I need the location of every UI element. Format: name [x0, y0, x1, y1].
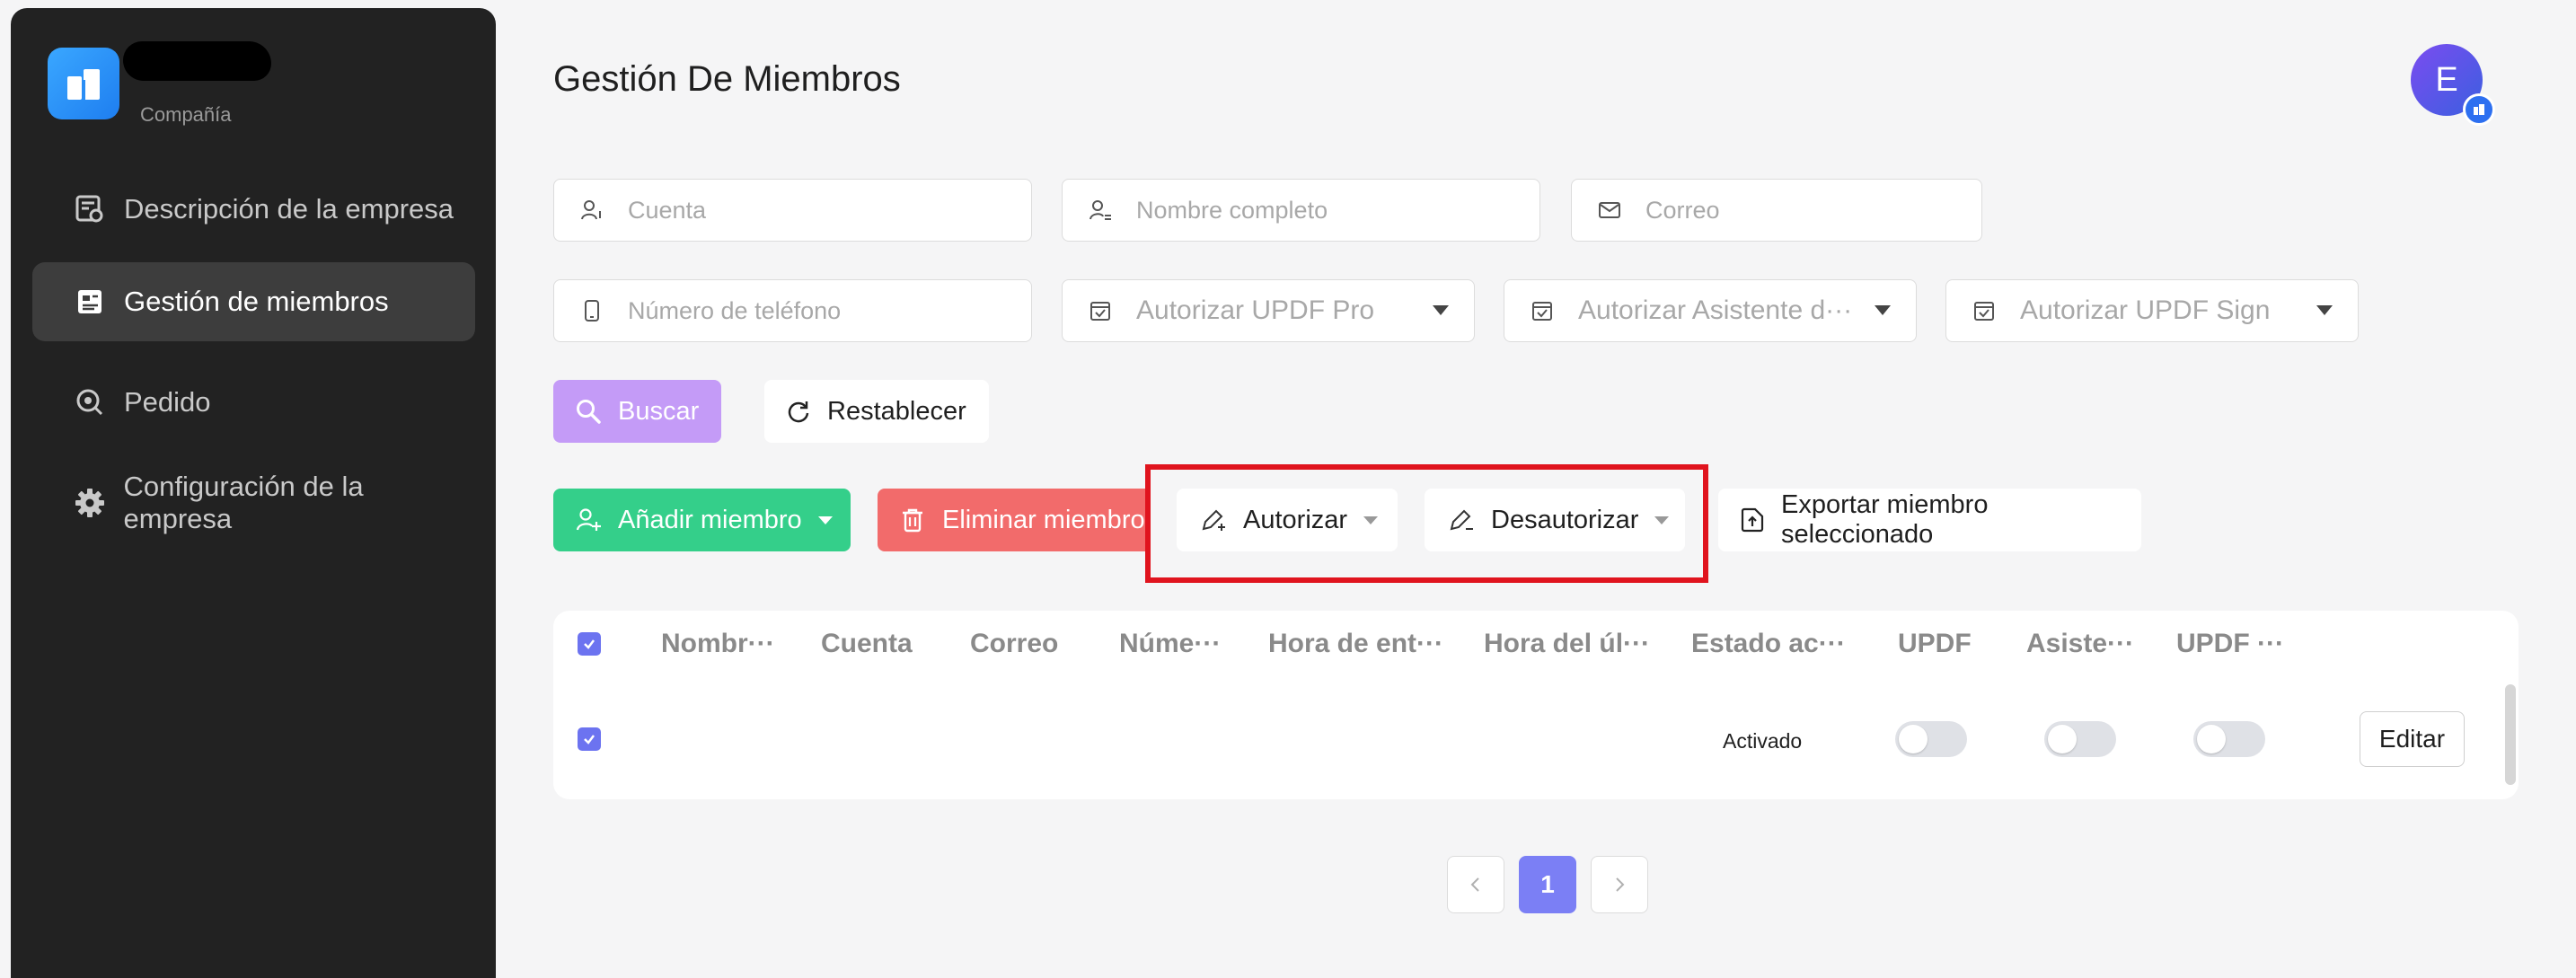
phone-icon: [579, 298, 604, 323]
order-icon: [72, 384, 108, 420]
authorize-pro-value: Autorizar UPDF Pro: [1136, 295, 1375, 325]
updf-toggle[interactable]: [1895, 721, 1967, 757]
company-badge-icon: [2463, 93, 2495, 126]
sidebar-item-label: Pedido: [124, 386, 211, 418]
edit-button[interactable]: Editar: [2360, 711, 2465, 767]
column-header-login-time[interactable]: Hora de ent···: [1268, 629, 1443, 659]
search-icon: [575, 398, 602, 425]
table-scrollbar[interactable]: [2505, 684, 2516, 785]
authorize-sign-select[interactable]: Autorizar UPDF Sign: [1945, 279, 2359, 342]
chevron-right-icon: [1616, 877, 1625, 892]
fullname-input[interactable]: Nombre completo: [1062, 179, 1540, 242]
page-title: Gestión De Miembros: [553, 59, 901, 99]
refresh-icon: [786, 399, 811, 424]
add-user-icon: [575, 507, 602, 533]
chevron-down-icon: [1875, 305, 1891, 315]
search-button-label: Buscar: [618, 396, 700, 426]
column-header-updf-sign[interactable]: UPDF ···: [2176, 629, 2284, 659]
check-icon: [584, 639, 595, 649]
trash-icon: [899, 507, 926, 533]
user-list-icon: [1088, 198, 1113, 223]
sidebar-item-order[interactable]: Pedido: [32, 363, 475, 442]
reset-button[interactable]: Restablecer: [764, 380, 989, 443]
calendar-check-icon: [1088, 298, 1113, 323]
phone-placeholder: Número de teléfono: [628, 296, 842, 324]
authorize-assistant-select[interactable]: Autorizar Asistente d···: [1504, 279, 1917, 342]
mail-icon: [1597, 198, 1622, 223]
reset-button-label: Restablecer: [827, 396, 966, 426]
delete-member-button[interactable]: Eliminar miembro: [878, 489, 1147, 551]
export-selected-button[interactable]: Exportar miembro seleccionado: [1718, 489, 2141, 551]
chevron-down-icon: [1433, 305, 1449, 315]
delete-member-label: Eliminar miembro: [942, 505, 1145, 534]
page-1-button[interactable]: 1: [1519, 856, 1576, 913]
authorize-pro-select[interactable]: Autorizar UPDF Pro: [1062, 279, 1475, 342]
status-cell: Activado: [1723, 729, 1803, 753]
user-icon: [579, 198, 604, 223]
column-header-name[interactable]: Nombr···: [661, 629, 775, 659]
company-subtitle: Compañía: [140, 103, 232, 126]
select-all-checkbox[interactable]: [578, 632, 601, 656]
search-button[interactable]: Buscar: [553, 380, 721, 443]
company-logo[interactable]: [48, 48, 119, 119]
company-description-icon: [72, 191, 108, 227]
calendar-check-icon: [1972, 298, 1997, 323]
export-icon: [1740, 507, 1765, 533]
row-checkbox[interactable]: [578, 727, 601, 751]
assistant-toggle[interactable]: [2044, 721, 2116, 757]
column-header-status[interactable]: Estado ac···: [1691, 629, 1846, 659]
email-input[interactable]: Correo: [1571, 179, 1982, 242]
redacted-company-name: [123, 41, 271, 81]
sidebar-item-company-settings[interactable]: Configuración de la empresa: [32, 463, 475, 542]
column-header-email[interactable]: Correo: [970, 629, 1058, 659]
fullname-placeholder: Nombre completo: [1136, 196, 1328, 224]
check-icon: [584, 735, 595, 745]
gear-icon: [72, 485, 108, 521]
phone-input[interactable]: Número de teléfono: [553, 279, 1032, 342]
sidebar-item-company-description[interactable]: Descripción de la empresa: [32, 170, 475, 249]
authorize-assistant-value: Autorizar Asistente d···: [1578, 295, 1853, 325]
add-member-label: Añadir miembro: [618, 505, 802, 534]
add-member-button[interactable]: Añadir miembro: [553, 489, 851, 551]
prev-page-button[interactable]: [1447, 856, 1504, 913]
sidebar-item-label: Descripción de la empresa: [124, 193, 454, 225]
sidebar: Compañía Descripción de la empresa Gesti…: [11, 8, 496, 978]
email-placeholder: Correo: [1645, 196, 1720, 224]
account-placeholder: Cuenta: [628, 196, 707, 224]
column-header-assistant[interactable]: Asiste···: [2026, 629, 2134, 659]
sidebar-item-member-management[interactable]: Gestión de miembros: [32, 262, 475, 341]
chevron-down-icon: [817, 515, 833, 524]
account-input[interactable]: Cuenta: [553, 179, 1032, 242]
calendar-check-icon: [1530, 298, 1555, 323]
column-header-last-time[interactable]: Hora del úl···: [1484, 629, 1650, 659]
sidebar-item-label: Configuración de la empresa: [123, 471, 364, 534]
chevron-left-icon: [1470, 877, 1479, 892]
authorize-sign-value: Autorizar UPDF Sign: [2020, 295, 2271, 325]
column-header-account[interactable]: Cuenta: [821, 629, 913, 659]
export-selected-label: Exportar miembro seleccionado: [1781, 490, 1989, 549]
column-header-updf[interactable]: UPDF: [1898, 629, 1972, 659]
sidebar-item-label: Gestión de miembros: [124, 286, 389, 317]
column-header-phone[interactable]: Núme···: [1119, 629, 1221, 659]
chevron-down-icon: [2316, 305, 2333, 315]
next-page-button[interactable]: [1591, 856, 1648, 913]
updf-sign-toggle[interactable]: [2193, 721, 2265, 757]
avatar-letter: E: [2435, 60, 2458, 99]
member-management-icon: [72, 284, 108, 320]
highlight-box: [1145, 464, 1708, 583]
